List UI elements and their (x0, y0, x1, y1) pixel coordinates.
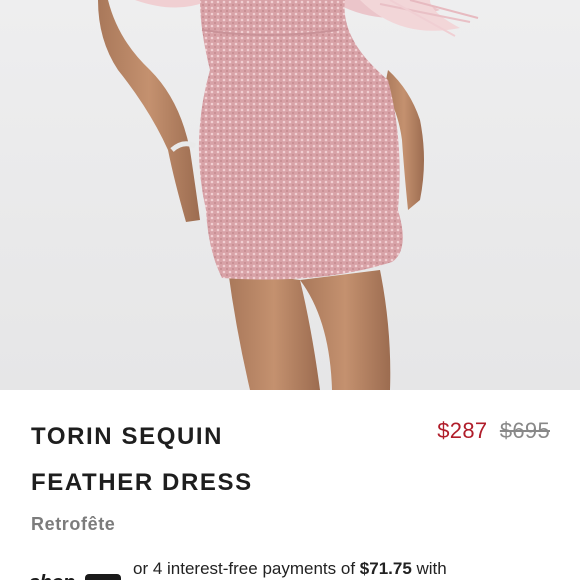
installments-text: or 4 interest-free payments of $71.75 wi… (133, 559, 447, 579)
product-title[interactable]: TORIN SEQUIN FEATHER DRESS (31, 414, 331, 506)
sale-price: $287 (437, 418, 488, 443)
installments-suffix: with (411, 559, 447, 578)
shop-logo-icon: shop (29, 572, 75, 580)
shop-pay-logo[interactable]: shop (29, 572, 121, 580)
installments-prefix: or 4 interest-free payments of (133, 559, 360, 578)
installments-amount: $71.75 (359, 559, 412, 578)
original-price: $695 (499, 418, 550, 443)
product-info: TORIN SEQUIN FEATHER DRESS $287 $695 Ret… (0, 390, 580, 580)
price-row: $287 $695 (437, 418, 550, 444)
dress-photo (98, 0, 479, 390)
product-image[interactable] (0, 0, 580, 390)
title-line-2: FEATHER DRESS (31, 469, 253, 496)
brand-name[interactable]: Retrofête (31, 514, 115, 535)
title-line-1: TORIN SEQUIN (31, 423, 224, 450)
left-arm (98, 0, 200, 222)
pay-badge-icon (85, 574, 121, 580)
sequin-dress (198, 0, 403, 280)
